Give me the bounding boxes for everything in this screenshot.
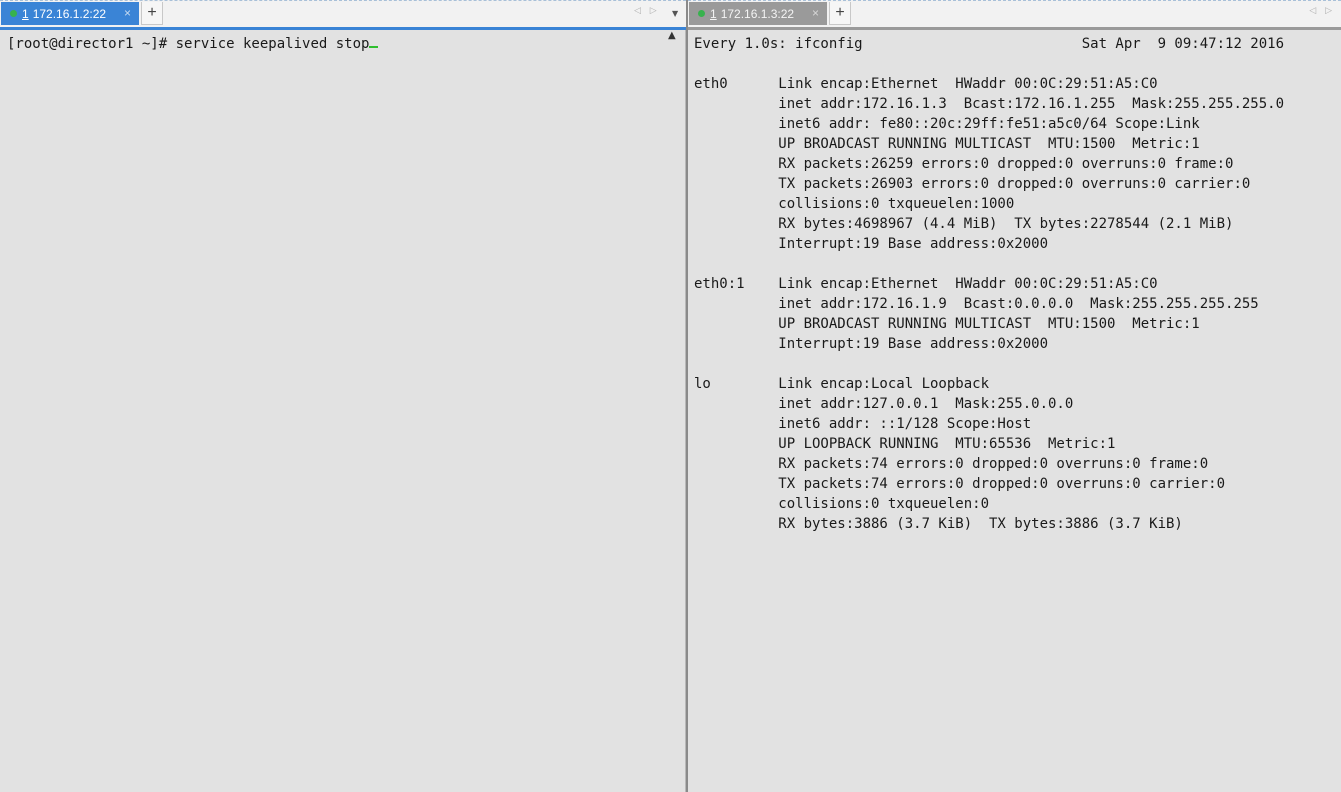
terminal-line: Interrupt:19 Base address:0x2000 bbox=[694, 236, 1049, 252]
terminal-line: inet6 addr: ::1/128 Scope:Host bbox=[694, 416, 1032, 432]
left-tab-bar: 1 172.16.1.2:22 × + ◁ ▷ ▼ bbox=[0, 0, 686, 30]
scroll-up-icon[interactable]: ▲ bbox=[668, 30, 676, 41]
left-terminal-output[interactable]: [root@director1 ~]# service keepalived s… bbox=[0, 30, 686, 792]
terminal-line: Interrupt:19 Base address:0x2000 bbox=[694, 336, 1049, 352]
right-tab-bar: 1 172.16.1.3:22 × + ◁ ▷ bbox=[688, 0, 1341, 30]
terminal-line: collisions:0 txqueuelen:0 bbox=[694, 496, 990, 512]
terminal-line: UP BROADCAST RUNNING MULTICAST MTU:1500 … bbox=[694, 136, 1200, 152]
shell-prompt: [root@director1 ~]# bbox=[7, 36, 176, 52]
tab-title: 172.16.1.3:22 bbox=[720, 6, 795, 21]
tab-session-172-16-1-2[interactable]: 1 172.16.1.2:22 × bbox=[1, 2, 139, 25]
right-terminal-output[interactable]: Every 1.0s: ifconfig Sat Apr 9 09:47:12 … bbox=[688, 30, 1341, 792]
connected-status-icon bbox=[698, 10, 705, 17]
command-line: [root@director1 ~]# service keepalived s… bbox=[7, 34, 685, 54]
text-cursor bbox=[369, 46, 379, 48]
tab-scroll-arrows-icon[interactable]: ◁ ▷ bbox=[1309, 6, 1335, 16]
tab-list-dropdown-icon[interactable]: ▼ bbox=[672, 9, 678, 18]
typed-command: service keepalived stop bbox=[175, 36, 370, 52]
right-terminal-pane[interactable]: 1 172.16.1.3:22 × + ◁ ▷ Every 1.0s: ifco… bbox=[688, 0, 1341, 792]
new-tab-button[interactable]: + bbox=[141, 2, 163, 25]
tab-number: 1 bbox=[22, 6, 29, 21]
terminal-line: inet addr:172.16.1.9 Bcast:0.0.0.0 Mask:… bbox=[694, 296, 1259, 312]
terminal-line: TX packets:74 errors:0 dropped:0 overrun… bbox=[694, 476, 1226, 492]
terminal-line: eth0 Link encap:Ethernet HWaddr 00:0C:29… bbox=[694, 76, 1158, 92]
terminal-line: UP BROADCAST RUNNING MULTICAST MTU:1500 … bbox=[694, 316, 1200, 332]
tab-number: 1 bbox=[710, 6, 717, 21]
connected-status-icon bbox=[10, 10, 17, 17]
terminal-line: TX packets:26903 errors:0 dropped:0 over… bbox=[694, 176, 1251, 192]
terminal-line: lo Link encap:Local Loopback bbox=[694, 376, 990, 392]
terminal-line: RX bytes:4698967 (4.4 MiB) TX bytes:2278… bbox=[694, 216, 1234, 232]
terminal-line: inet addr:127.0.0.1 Mask:255.0.0.0 bbox=[694, 396, 1074, 412]
terminal-line: eth0:1 Link encap:Ethernet HWaddr 00:0C:… bbox=[694, 276, 1158, 292]
close-tab-icon[interactable]: × bbox=[124, 6, 131, 20]
terminal-line: inet6 addr: fe80::20c:29ff:fe51:a5c0/64 … bbox=[694, 116, 1200, 132]
new-tab-button[interactable]: + bbox=[829, 2, 851, 25]
tab-scroll-arrows-icon[interactable]: ◁ ▷ bbox=[634, 6, 660, 16]
left-terminal-pane[interactable]: 1 172.16.1.2:22 × + ◁ ▷ ▼ [root@director… bbox=[0, 0, 686, 792]
tab-session-172-16-1-3[interactable]: 1 172.16.1.3:22 × bbox=[689, 2, 827, 25]
terminal-line: UP LOOPBACK RUNNING MTU:65536 Metric:1 bbox=[694, 436, 1116, 452]
terminal-line: RX packets:74 errors:0 dropped:0 overrun… bbox=[694, 456, 1209, 472]
terminal-line: collisions:0 txqueuelen:1000 bbox=[694, 196, 1015, 212]
terminal-line: RX packets:26259 errors:0 dropped:0 over… bbox=[694, 156, 1234, 172]
terminal-line: inet addr:172.16.1.3 Bcast:172.16.1.255 … bbox=[694, 96, 1285, 112]
tab-title: 172.16.1.2:22 bbox=[32, 6, 107, 21]
close-tab-icon[interactable]: × bbox=[812, 6, 819, 20]
terminal-line: RX bytes:3886 (3.7 KiB) TX bytes:3886 (3… bbox=[694, 516, 1183, 532]
terminal-line: Every 1.0s: ifconfig Sat Apr 9 09:47:12 … bbox=[694, 36, 1285, 52]
